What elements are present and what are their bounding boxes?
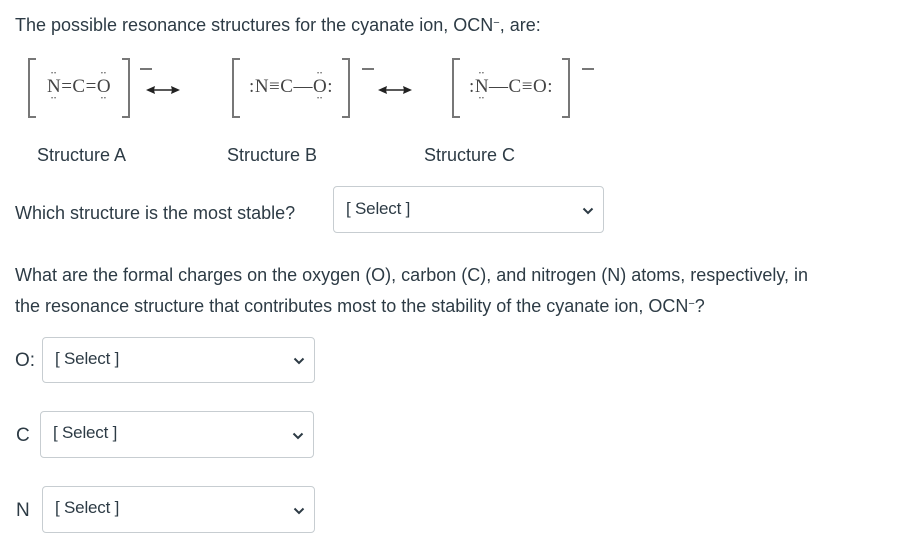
atom-o: O	[97, 76, 111, 98]
oxygen-label: O:	[15, 350, 36, 371]
structure-a-diagram: N=C=O	[28, 58, 130, 118]
nitrogen-charge-select[interactable]: [ Select ]	[42, 486, 315, 533]
oxygen-charge-select[interactable]: [ Select ]	[42, 337, 315, 383]
atom-c: C	[508, 76, 522, 97]
chevron-down-icon	[293, 507, 305, 514]
atom-n: N	[47, 76, 61, 98]
select-value: [ Select ]	[346, 199, 411, 218]
bond: =	[85, 76, 97, 97]
intro-text-end: , are:	[499, 15, 541, 35]
structure-c-label: Structure C	[424, 145, 516, 165]
atom-o: O	[532, 76, 548, 97]
intro-charge-superscript: −	[493, 17, 500, 29]
intro-text: The possible resonance structures for th…	[15, 14, 541, 36]
bond: —	[293, 76, 313, 97]
structure-a-charge	[140, 68, 152, 70]
carbon-charge-select[interactable]: [ Select ]	[40, 411, 314, 458]
resonance-arrow-icon	[378, 86, 412, 94]
chevron-down-icon	[582, 207, 594, 214]
question-charge-superscript: −	[688, 298, 695, 310]
atom-c: C	[280, 76, 294, 97]
intro-text-main: The possible resonance structures for th…	[15, 15, 494, 35]
structure-b-formula: :N≡C—O:	[232, 76, 350, 98]
structure-a-formula: N=C=O	[28, 76, 130, 98]
carbon-label: C	[16, 425, 30, 446]
select-value: [ Select ]	[55, 349, 120, 368]
chevron-down-icon	[292, 432, 304, 439]
structure-b-charge	[362, 68, 374, 70]
most-stable-structure-select[interactable]: [ Select ]	[333, 186, 604, 233]
chevron-down-icon	[293, 357, 305, 365]
bond: ≡	[521, 76, 533, 97]
structure-b-diagram: :N≡C—O:	[232, 58, 350, 118]
bond: ≡	[269, 76, 281, 97]
select-value: [ Select ]	[55, 498, 120, 517]
nitrogen-label: N	[16, 500, 30, 521]
atom-n: N	[475, 76, 489, 98]
question-formal-charges-line2: the resonance structure that contributes…	[15, 295, 705, 317]
atom-n: N	[254, 76, 270, 97]
structure-c-diagram: :N—C≡O:	[452, 58, 570, 118]
resonance-arrow-icon	[146, 86, 180, 94]
select-value: [ Select ]	[53, 423, 118, 442]
question-formal-charges-line1: What are the formal charges on the oxyge…	[15, 265, 809, 285]
bond: =	[61, 76, 73, 97]
atom-o: O	[313, 76, 327, 98]
structure-b-label: Structure B	[227, 145, 318, 165]
question-line2-text: the resonance structure that contributes…	[15, 296, 689, 316]
question-most-stable: Which structure is the most stable?	[15, 203, 296, 223]
structure-c-formula: :N—C≡O:	[452, 76, 570, 98]
structure-a-label: Structure A	[37, 145, 127, 165]
atom-c: C	[72, 76, 86, 97]
question-line2-end: ?	[694, 296, 705, 316]
bond: —	[489, 76, 509, 97]
structure-c-charge	[582, 68, 594, 70]
